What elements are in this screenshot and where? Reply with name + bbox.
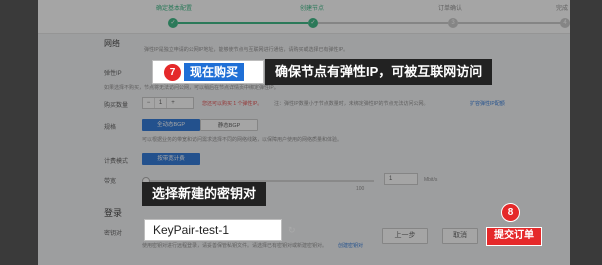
progress-stepper: 确定基本配置 ✓ 创建节点 ✓ 订单确认 3 完成 4 — [38, 0, 570, 34]
submit-order-button[interactable]: 提交订单 — [486, 227, 542, 246]
buy-count-quota-hint: 您还可以购买 1 个弹性IP。 — [202, 101, 263, 107]
screenshot-frame: 确定基本配置 ✓ 创建节点 ✓ 订单确认 3 完成 4 网络 弹性IP是独立申请… — [0, 0, 602, 265]
step-7-callout: 确保节点有弹性IP，可被互联网访问 — [265, 59, 493, 85]
bandwidth-label: 带宽 — [104, 179, 117, 185]
keypair-label: 密钥对 — [104, 231, 123, 237]
step-2-label: 创建节点 — [300, 6, 325, 12]
spec-hint: 可以根据业务的带宽和访问需求选择不同的网络线路，以保障用户使用的网络质量和体验。 — [142, 137, 343, 143]
step-4-dot: 4 — [560, 18, 570, 28]
bandwidth-input[interactable]: 1 — [384, 173, 418, 185]
keypair-select[interactable]: KeyPair-test-1 — [144, 219, 282, 241]
step-3-label: 订单确认 — [438, 6, 463, 12]
buy-count-label: 购买数量 — [104, 103, 129, 109]
step-3-dot: 3 — [448, 18, 458, 28]
keypair-hint: 使用密钥对进行远程登录，请妥善保管私钥文件。请选择已有密钥对或新建密钥对。 — [142, 243, 328, 249]
step-connector-3 — [458, 22, 563, 24]
spec-option-full-bgp[interactable]: 全动态BGP — [142, 119, 200, 131]
increment-button[interactable]: + — [167, 98, 179, 108]
keypair-callout: 选择新建的密钥对 — [142, 182, 267, 206]
step-7-badge: 7 — [163, 63, 182, 82]
decrement-button[interactable]: − — [143, 98, 155, 108]
cancel-button[interactable]: 取消 — [442, 228, 478, 244]
login-section-title: 登录 — [104, 208, 123, 218]
eip-hint: 如果选择不购买，节点将无法访问公网，可以稍后在节点详情页中绑定弹性IP。 — [104, 85, 279, 91]
step-1-label: 确定基本配置 — [156, 6, 193, 12]
network-section-title: 网络 — [104, 39, 120, 48]
billing-label: 计费模式 — [104, 159, 129, 165]
step-2-check-icon: ✓ — [308, 18, 318, 28]
buy-count-value: 1 — [155, 98, 167, 108]
bandwidth-max-label: 100 — [356, 186, 365, 192]
spec-option-static-bgp[interactable]: 静态BGP — [200, 119, 258, 131]
step-connector-1 — [178, 22, 308, 24]
spec-label: 规格 — [104, 125, 117, 131]
buy-count-stepper[interactable]: −1 + — [142, 97, 194, 109]
console-panel: 确定基本配置 ✓ 创建节点 ✓ 订单确认 3 完成 4 网络 弹性IP是独立申请… — [38, 0, 570, 265]
step-1-check-icon: ✓ — [168, 18, 178, 28]
step-connector-2 — [318, 22, 448, 24]
buy-count-hint: 注：弹性IP数量小于节点数量时，未绑定弹性IP的节点无法访问公网。 — [274, 101, 429, 107]
buy-now-button[interactable]: 现在购买 — [184, 63, 244, 81]
create-keypair-link[interactable]: 创建密钥对 — [338, 242, 363, 249]
billing-option-bandwidth[interactable]: 按带宽计费 — [142, 153, 200, 165]
bandwidth-unit: Mbit/s — [424, 177, 438, 183]
prev-step-button[interactable]: 上一步 — [382, 228, 428, 244]
eip-label: 弹性IP — [104, 71, 122, 77]
expand-quota-link[interactable]: 扩容弹性IP配额 — [470, 100, 505, 107]
step-4-label: 完成 — [556, 6, 569, 12]
refresh-icon[interactable]: ↻ — [288, 225, 296, 236]
step-8-badge: 8 — [501, 203, 520, 222]
network-hint: 弹性IP是独立申请的公网IP地址，能够使节点与互联网进行通信，请购买或选择已有弹… — [144, 47, 349, 53]
